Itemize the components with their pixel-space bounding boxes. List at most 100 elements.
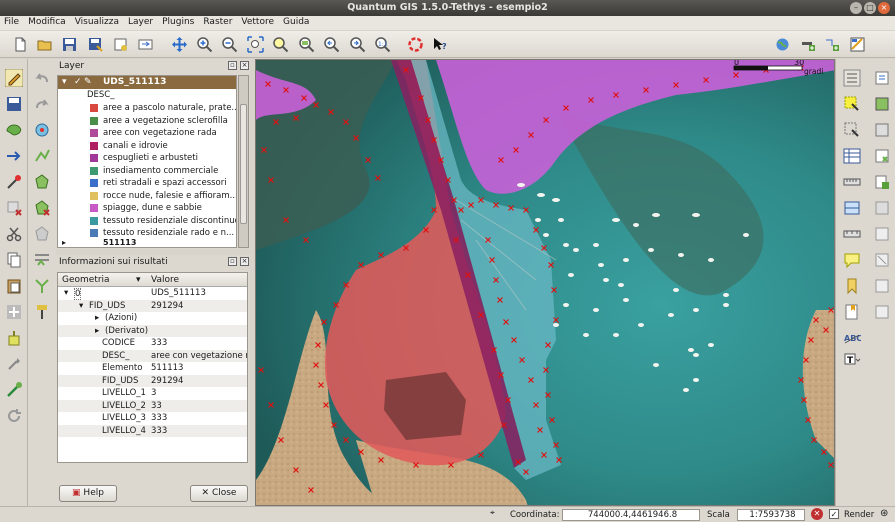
category-item[interactable]: spiagge, dune e sabbie — [58, 202, 236, 215]
category-item[interactable]: cespuglieti e arbusteti — [58, 152, 236, 165]
label-text-icon[interactable]: ABC — [843, 329, 861, 347]
result-row[interactable]: LIVELLO_3 333 — [58, 412, 247, 425]
tree-arrow-icon[interactable]: ▸ — [95, 326, 99, 336]
add-island-icon[interactable] — [5, 329, 23, 347]
remove-layer-icon[interactable] — [873, 199, 891, 217]
result-row[interactable]: ▸ (Derivato) — [58, 324, 247, 337]
delete-selected-icon[interactable] — [5, 199, 23, 217]
help-button[interactable]: ▣ Help — [59, 485, 117, 502]
add-layer-icon[interactable] — [873, 69, 891, 87]
result-row[interactable]: ▾ 0 UDS_511113 — [58, 287, 247, 300]
category-item[interactable]: aree a pascolo naturale, prate... — [58, 102, 236, 115]
map-tips-icon[interactable] — [843, 251, 861, 269]
save-project-icon[interactable] — [61, 36, 78, 53]
add-feature-icon[interactable] — [5, 121, 23, 139]
menu-raster[interactable]: Raster — [199, 16, 237, 30]
scale-field[interactable]: 1:7593738 — [737, 509, 805, 521]
bookmark-icon[interactable] — [843, 277, 861, 295]
zoom-last-icon[interactable] — [323, 36, 340, 53]
results-tree[interactable]: Geometria ▾ Valore ▾ 0 UDS_511113 ▾ FID_UDS 2… — [57, 272, 248, 463]
zoom-layer-icon[interactable] — [298, 36, 315, 53]
close-info-panel-icon[interactable]: × — [240, 257, 249, 266]
col-geometry[interactable]: Geometria — [62, 275, 110, 285]
visibility-checkbox[interactable]: ✓ — [74, 77, 82, 87]
float-panel-icon[interactable]: ▫ — [228, 61, 237, 70]
print-composer-icon[interactable] — [112, 36, 129, 53]
menu-file[interactable]: File — [0, 16, 24, 30]
layer-item-selected[interactable]: ▾ ✓ ✎ UDS_511113 — [58, 76, 236, 89]
mouse-tracking-icon[interactable]: ⌖ — [490, 508, 495, 518]
measure-angle-icon[interactable] — [843, 225, 861, 243]
overview-icon[interactable] — [873, 225, 891, 243]
render-checkbox[interactable]: ✓ — [829, 509, 839, 519]
simplify-feature-icon[interactable] — [5, 355, 23, 373]
node-tool-icon[interactable] — [5, 173, 23, 191]
result-row[interactable]: CODICE 333 — [58, 337, 247, 350]
paste-features-icon[interactable] — [5, 277, 23, 295]
raster-layer-icon[interactable] — [873, 95, 891, 113]
split-features-icon[interactable] — [33, 251, 51, 269]
select-features-icon[interactable] — [843, 95, 861, 113]
zoom-in-icon[interactable] — [196, 36, 213, 53]
category-item[interactable]: tessuto residenziale rado e n... — [58, 227, 236, 240]
show-layers-icon[interactable] — [873, 277, 891, 295]
result-row[interactable]: ▾ FID_UDS 291294 — [58, 299, 247, 312]
toggle-editing-icon[interactable] — [5, 69, 23, 87]
measure-line-icon[interactable] — [843, 173, 861, 191]
scrollbar-thumb[interactable] — [240, 104, 247, 224]
category-item[interactable]: aree a vegetazione sclerofilla — [58, 115, 236, 128]
capture-line-icon[interactable] — [33, 147, 51, 165]
projection-icon[interactable]: ⊛ — [880, 508, 888, 519]
result-row[interactable]: LIVELLO_2 33 — [58, 399, 247, 412]
category-item[interactable]: aree con vegetazione rada — [58, 127, 236, 140]
deselect-icon[interactable] — [843, 121, 861, 139]
delete-ring-icon[interactable] — [33, 225, 51, 243]
menu-plugins[interactable]: Plugins — [158, 16, 199, 30]
annotation-icon[interactable] — [33, 303, 51, 321]
delete-part-icon[interactable] — [33, 199, 51, 217]
float-info-panel-icon[interactable]: ▫ — [228, 257, 237, 266]
category-item[interactable]: insediamento commerciale — [58, 165, 236, 178]
category-item[interactable]: reti stradali e spazi accessori — [58, 177, 236, 190]
merge-features-icon[interactable] — [33, 277, 51, 295]
close-panel-icon[interactable]: × — [240, 61, 249, 70]
tree-arrow-icon[interactable]: ▾ — [79, 301, 83, 311]
add-ring-icon[interactable] — [5, 303, 23, 321]
minimize-button[interactable]: – — [850, 2, 862, 14]
stop-render-icon[interactable]: ✕ — [811, 508, 823, 520]
expand-arrow-icon[interactable]: ▸ — [62, 238, 66, 247]
result-row[interactable]: ▸ (Azioni) — [58, 312, 247, 325]
show-bookmarks-icon[interactable] — [843, 303, 861, 321]
layer-scrollbar[interactable] — [238, 75, 249, 248]
result-row[interactable]: DESC_ aree con vegetazione r — [58, 349, 247, 362]
zoom-out-icon[interactable] — [221, 36, 238, 53]
undo-icon[interactable] — [33, 69, 51, 87]
menu-modifica[interactable]: Modifica — [24, 16, 71, 30]
result-row[interactable]: LIVELLO_1 3 — [58, 387, 247, 400]
attribute-table-icon[interactable] — [843, 147, 861, 165]
result-row[interactable]: Elemento 511113 — [58, 362, 247, 375]
maximize-button[interactable]: □ — [864, 2, 876, 14]
zoom-actual-icon[interactable]: 1:1 — [374, 36, 391, 53]
collapse-arrow-icon[interactable]: ▾ — [62, 77, 67, 87]
hide-layers-icon[interactable] — [873, 251, 891, 269]
save-edits-icon[interactable] — [5, 95, 23, 113]
second-layer-item[interactable]: ▸ 511113 — [58, 238, 236, 248]
capture-polygon-icon[interactable] — [33, 173, 51, 191]
close-window-button[interactable]: × — [878, 2, 890, 14]
category-item[interactable]: canali e idrovie — [58, 140, 236, 153]
pan-icon[interactable] — [171, 36, 188, 53]
zoom-selection-icon[interactable] — [272, 36, 289, 53]
zoom-full-icon[interactable] — [247, 36, 264, 53]
tree-arrow-icon[interactable]: ▾ — [64, 288, 68, 298]
text-annotation-icon[interactable]: T — [843, 351, 861, 369]
measure-area-icon[interactable] — [843, 199, 861, 217]
layer-stack-icon[interactable] — [873, 303, 891, 321]
tree-arrow-icon[interactable]: ▸ — [95, 313, 99, 323]
layer-tree[interactable]: ▾ ✓ ✎ UDS_511113 DESC_ aree a pascolo na… — [57, 75, 237, 248]
copy-features-icon[interactable] — [5, 251, 23, 269]
cut-features-icon[interactable] — [5, 225, 23, 243]
save-as-icon[interactable] — [87, 36, 104, 53]
col-value[interactable]: Valore — [151, 275, 179, 285]
capture-point-icon[interactable] — [33, 121, 51, 139]
